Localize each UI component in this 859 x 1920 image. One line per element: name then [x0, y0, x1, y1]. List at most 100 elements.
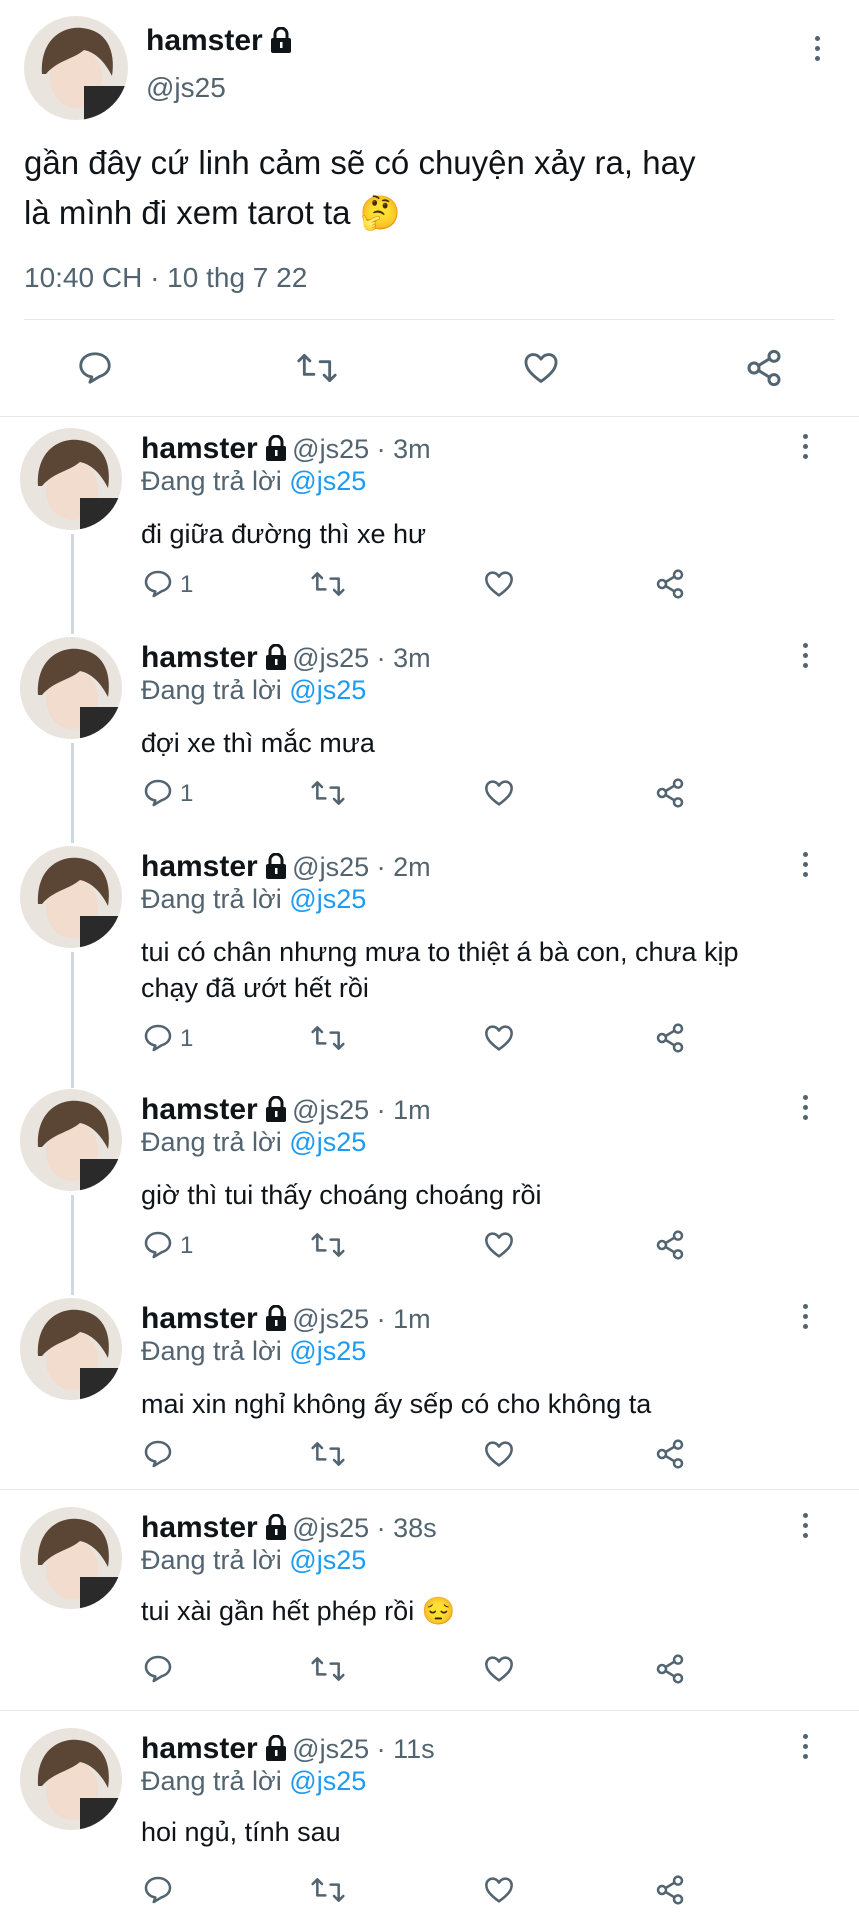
reply-tweet[interactable]: hamster @js25 · 1m Đang trả lời @js25 giờ …: [0, 1089, 859, 1260]
author-name[interactable]: hamster: [141, 1732, 258, 1765]
more-options-icon[interactable]: [812, 36, 822, 66]
more-options-icon[interactable]: [800, 1734, 810, 1764]
reply-icon[interactable]: [142, 568, 174, 600]
reply-icon[interactable]: [76, 349, 114, 387]
avatar[interactable]: [20, 1728, 122, 1830]
avatar[interactable]: [20, 1298, 122, 1400]
share-icon[interactable]: [654, 776, 686, 810]
thread-line: [71, 952, 74, 1088]
mention-link[interactable]: @js25: [289, 1766, 366, 1796]
share-icon[interactable]: [654, 1021, 686, 1055]
author-name[interactable]: hamster: [146, 24, 293, 61]
share-icon[interactable]: [744, 347, 784, 389]
reply-tweet[interactable]: hamster @js25 · 3m Đang trả lời @js25 đợi …: [0, 637, 859, 808]
tweet-text-line: gần đây cứ linh cảm sẽ có chuyện xảy ra,…: [24, 144, 696, 181]
share-icon[interactable]: [654, 1437, 686, 1471]
author-handle-time[interactable]: @js25 · 1m: [292, 1095, 430, 1125]
retweet-icon[interactable]: [310, 568, 346, 600]
share-icon[interactable]: [654, 567, 686, 601]
divider: [0, 1710, 859, 1711]
author-handle[interactable]: @js25: [146, 72, 226, 104]
retweet-icon[interactable]: [310, 1653, 346, 1685]
reply-header: hamster @js25 · 1m: [141, 1093, 431, 1127]
tweet-timestamp[interactable]: 10:40 CH · 10 thg 7 22: [24, 262, 307, 294]
reply-text: tui có chân nhưng mưa to thiệt á bà con,…: [141, 934, 739, 1006]
replying-to-label: Đang trả lời: [141, 466, 282, 496]
replying-to: Đang trả lời @js25: [141, 1545, 366, 1576]
mention-link[interactable]: @js25: [289, 466, 366, 496]
reply-icon[interactable]: [142, 777, 174, 809]
author-name-text[interactable]: hamster: [146, 24, 263, 57]
reply-icon[interactable]: [142, 1022, 174, 1054]
retweet-icon[interactable]: [310, 1229, 346, 1261]
more-options-icon[interactable]: [800, 434, 810, 464]
like-icon[interactable]: [483, 1022, 515, 1054]
author-name[interactable]: hamster: [141, 1302, 258, 1335]
like-icon[interactable]: [483, 1874, 515, 1906]
avatar[interactable]: [20, 1507, 122, 1609]
replying-to: Đang trả lời @js25: [141, 1766, 366, 1797]
author-handle-time[interactable]: @js25 · 38s: [292, 1513, 436, 1543]
retweet-icon[interactable]: [310, 1022, 346, 1054]
reply-header: hamster @js25 · 2m: [141, 850, 431, 884]
reply-text: đợi xe thì mắc mưa: [141, 728, 375, 758]
reply-icon[interactable]: [142, 1229, 174, 1261]
like-icon[interactable]: [483, 1653, 515, 1685]
mention-link[interactable]: @js25: [289, 1545, 366, 1575]
mention-link[interactable]: @js25: [289, 884, 366, 914]
share-icon[interactable]: [654, 1652, 686, 1686]
author-handle-time[interactable]: @js25 · 3m: [292, 643, 430, 673]
like-icon[interactable]: [483, 1438, 515, 1470]
author-name[interactable]: hamster: [141, 641, 258, 674]
avatar[interactable]: [20, 846, 122, 948]
replying-to: Đang trả lời @js25: [141, 884, 366, 915]
mention-link[interactable]: @js25: [289, 1336, 366, 1366]
mention-link[interactable]: @js25: [289, 1127, 366, 1157]
reply-tweet[interactable]: hamster @js25 · 1m Đang trả lời @js25 mai …: [0, 1298, 859, 1469]
author-name[interactable]: hamster: [141, 1511, 258, 1544]
reply-tweet[interactable]: hamster @js25 · 11s Đang trả lời @js25 hoi…: [0, 1728, 859, 1905]
lock-icon: [264, 643, 288, 675]
author-name[interactable]: hamster: [141, 1093, 258, 1126]
reply-icon[interactable]: [142, 1438, 174, 1470]
avatar[interactable]: [20, 428, 122, 530]
retweet-icon[interactable]: [296, 349, 338, 387]
share-icon[interactable]: [654, 1873, 686, 1907]
like-icon[interactable]: [522, 349, 560, 387]
divider: [0, 416, 859, 417]
author-handle-time[interactable]: @js25 · 11s: [292, 1734, 434, 1764]
replying-to-label: Đang trả lời: [141, 1127, 282, 1157]
thread-line: [71, 534, 74, 634]
avatar[interactable]: [20, 1089, 122, 1191]
reply-text: hoi ngủ, tính sau: [141, 1817, 341, 1847]
replying-to: Đang trả lời @js25: [141, 466, 366, 497]
reply-tweet[interactable]: hamster @js25 · 2m Đang trả lời @js25 tui …: [0, 846, 859, 1053]
mention-link[interactable]: @js25: [289, 675, 366, 705]
author-handle-time[interactable]: @js25 · 1m: [292, 1304, 430, 1334]
avatar[interactable]: [20, 637, 122, 739]
thread-line: [71, 1195, 74, 1295]
retweet-icon[interactable]: [310, 1874, 346, 1906]
avatar[interactable]: [24, 16, 128, 120]
lock-icon: [264, 852, 288, 884]
reply-tweet[interactable]: hamster @js25 · 38s Đang trả lời @js25 tui…: [0, 1507, 859, 1684]
more-options-icon[interactable]: [800, 643, 810, 673]
more-options-icon[interactable]: [800, 1513, 810, 1543]
more-options-icon[interactable]: [800, 852, 810, 882]
share-icon[interactable]: [654, 1228, 686, 1262]
more-options-icon[interactable]: [800, 1304, 810, 1334]
author-handle-time[interactable]: @js25 · 2m: [292, 852, 430, 882]
more-options-icon[interactable]: [800, 1095, 810, 1125]
author-name[interactable]: hamster: [141, 432, 258, 465]
retweet-icon[interactable]: [310, 777, 346, 809]
lock-icon: [264, 434, 288, 466]
like-icon[interactable]: [483, 568, 515, 600]
like-icon[interactable]: [483, 777, 515, 809]
reply-icon[interactable]: [142, 1653, 174, 1685]
like-icon[interactable]: [483, 1229, 515, 1261]
reply-icon[interactable]: [142, 1874, 174, 1906]
reply-tweet[interactable]: hamster @js25 · 3m Đang trả lời @js25 đi g…: [0, 428, 859, 599]
author-name[interactable]: hamster: [141, 850, 258, 883]
author-handle-time[interactable]: @js25 · 3m: [292, 434, 430, 464]
retweet-icon[interactable]: [310, 1438, 346, 1470]
